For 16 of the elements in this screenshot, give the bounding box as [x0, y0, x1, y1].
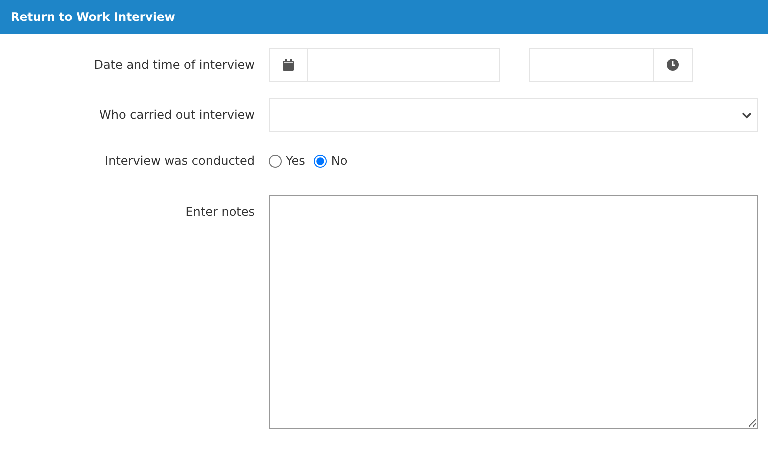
field-label: Date and time of interview [93, 58, 255, 72]
notes-field[interactable] [269, 195, 758, 429]
radio-button[interactable] [269, 154, 282, 168]
radio-label: Yes [286, 154, 306, 168]
time-field[interactable] [529, 48, 693, 82]
select-field[interactable] [269, 98, 758, 132]
caret-icon [742, 112, 752, 118]
field-label: Interview was conducted [104, 154, 255, 168]
radio-button[interactable] [314, 154, 328, 168]
field-label: Enter notes [184, 204, 255, 219]
date-field[interactable] [269, 48, 500, 82]
field-label: Who carried out interview [98, 108, 255, 122]
radio-label: No [331, 154, 348, 168]
form-title: Return to Work Interview [11, 10, 176, 24]
clock-icon [667, 59, 679, 71]
calendar-icon [283, 59, 294, 71]
